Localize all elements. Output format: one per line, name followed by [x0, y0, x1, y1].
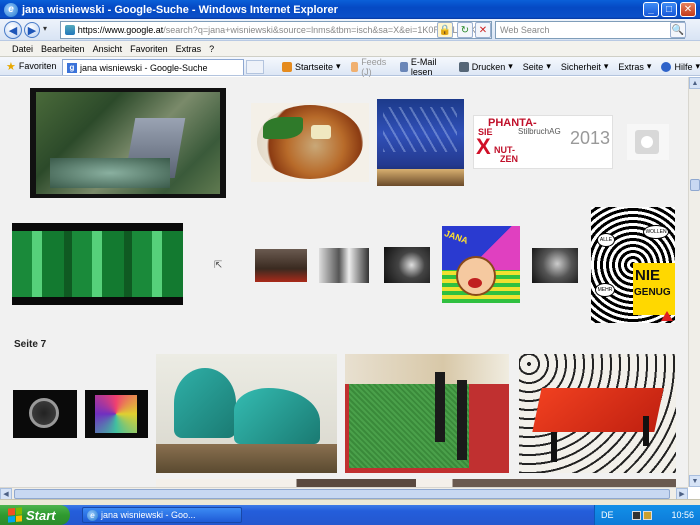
vertical-scrollbar[interactable]: ▲ ▼ — [688, 77, 700, 487]
menu-ansicht[interactable]: Ansicht — [93, 44, 123, 54]
ie-icon: e — [4, 2, 18, 17]
favorites-label: Favoriten — [18, 61, 57, 71]
stilbruch-text: StilbruchAG — [518, 127, 561, 136]
url-host: www.google.at — [104, 25, 164, 35]
stop-button[interactable]: ✕ — [475, 22, 491, 38]
jana-text: JANA — [443, 228, 470, 246]
page-favicon-icon — [65, 25, 75, 35]
start-button[interactable]: Start — [0, 505, 70, 525]
menu-favoriten[interactable]: Favoriten — [130, 44, 168, 54]
home-button[interactable]: Startseite ▾ — [282, 61, 341, 72]
next-row-strip — [156, 479, 676, 487]
tools-menu-button[interactable]: Extras ▾ — [618, 61, 651, 72]
help-icon — [661, 61, 672, 72]
alle-badge: ALLE — [597, 233, 615, 247]
close-button[interactable]: ✕ — [680, 2, 696, 17]
nie-text: NIE — [635, 267, 661, 284]
tray-icon-2[interactable] — [643, 510, 653, 520]
language-indicator[interactable]: DE — [601, 510, 614, 520]
result-image-figures[interactable] — [319, 248, 369, 283]
search-placeholder: Web Search — [500, 25, 550, 35]
taskbar-item-ie[interactable]: e jana wisniewski - Goo... — [82, 507, 242, 523]
new-tab-button[interactable] — [246, 60, 264, 74]
feed-icon — [350, 61, 359, 72]
taskbar-item-label: jana wisniewski - Goo... — [101, 510, 196, 520]
favorites-button[interactable]: ★ Favoriten — [0, 60, 62, 73]
print-icon — [458, 61, 469, 72]
back-button[interactable]: ◀ — [4, 21, 22, 39]
minimize-button[interactable]: _ — [643, 2, 659, 17]
image-results: PHANTA- SIE StilbruchAG X 2013 NUT- ZEN … — [0, 77, 688, 487]
result-image-gray-shape[interactable] — [627, 124, 669, 160]
result-image-jana-cartoon[interactable]: JANA — [442, 226, 520, 303]
clock: 10:56 — [671, 510, 694, 520]
system-tray: DE 10:56 — [594, 505, 700, 525]
windows-logo-icon — [8, 507, 22, 523]
start-label: Start — [26, 507, 56, 523]
scroll-up-button[interactable]: ▲ — [689, 77, 700, 89]
menu-datei[interactable]: Datei — [12, 44, 33, 54]
star-icon: ★ — [6, 60, 16, 73]
result-image-bowl[interactable] — [13, 390, 77, 438]
home-icon — [282, 61, 292, 72]
address-toolbar: ◀ ▶ ▾ https:// www.google.at /search?q=j… — [0, 19, 700, 41]
horizontal-scrollbar[interactable]: ◀ ▶ — [0, 487, 688, 500]
history-dropdown-icon[interactable]: ▾ — [43, 24, 47, 33]
address-input[interactable]: https:// www.google.at /search?q=jana+wi… — [60, 21, 492, 39]
horizontal-scroll-thumb[interactable] — [14, 489, 670, 499]
mail-icon — [400, 61, 408, 72]
result-image-dark-corridor[interactable] — [532, 248, 578, 283]
google-favicon-icon: g — [67, 62, 77, 73]
year-2013: 2013 — [570, 128, 611, 148]
result-image-phantasie-2013[interactable]: PHANTA- SIE StilbruchAG X 2013 NUT- ZEN — [473, 115, 613, 169]
title-bar: e jana wisniewski - Google-Suche - Windo… — [0, 0, 700, 19]
search-input[interactable]: Web Search — [495, 21, 685, 39]
refresh-button[interactable]: ↻ — [457, 22, 473, 38]
taskbar: Start e jana wisniewski - Goo... DE 10:5… — [0, 505, 700, 525]
menu-bearbeiten[interactable]: Bearbeiten — [41, 44, 85, 54]
result-image-green-folds[interactable] — [12, 223, 183, 305]
result-image-green-chairs[interactable] — [156, 354, 337, 473]
tray-icons — [632, 510, 653, 520]
command-buttons: Startseite ▾ Feeds (J) E-Mail lesen Druc… — [282, 57, 700, 77]
feeds-button[interactable]: Feeds (J) — [350, 57, 391, 77]
zen-text: ZEN — [500, 154, 518, 164]
menu-bar: Datei Bearbeiten Ansicht Favoriten Extra… — [0, 41, 700, 57]
ie-taskbar-icon: e — [87, 509, 98, 521]
vertical-scroll-thumb[interactable] — [690, 179, 700, 191]
expand-icon[interactable]: ⇱ — [214, 260, 222, 271]
mail-button[interactable]: E-Mail lesen — [400, 57, 449, 77]
menu-extras[interactable]: Extras — [176, 44, 202, 54]
command-bar: ★ Favoriten g jana wisniewski - Google-S… — [0, 57, 700, 77]
result-image-blue-room[interactable] — [377, 99, 464, 186]
page-section-label: Seite 7 — [14, 339, 47, 350]
result-image-hands[interactable] — [384, 247, 430, 283]
tab-label: jana wisniewski - Google-Suche — [80, 62, 208, 73]
result-image-soup[interactable] — [251, 103, 369, 182]
result-image-colorful-square[interactable] — [85, 390, 148, 438]
result-image-red-table[interactable] — [519, 354, 676, 473]
x-letter: X — [476, 134, 491, 159]
url-scheme: https:// — [77, 25, 105, 35]
result-image-street[interactable] — [255, 249, 307, 282]
result-image-green-table[interactable] — [345, 354, 509, 473]
mehr-badge: MEHR — [595, 283, 615, 297]
tray-icon-1[interactable] — [632, 510, 642, 520]
result-image-nie-genug[interactable]: ALLE WOLLEN MEHR NIE GENUG — [591, 207, 675, 323]
menu-help[interactable]: ? — [209, 44, 214, 54]
wollen-badge: WOLLEN — [643, 225, 669, 239]
scroll-down-button[interactable]: ▼ — [689, 475, 700, 487]
window-title: jana wisniewski - Google-Suche - Windows… — [22, 3, 338, 16]
lock-icon[interactable]: 🔒 — [437, 22, 453, 38]
search-button[interactable]: 🔍 — [670, 22, 686, 38]
genug-text: GENUG — [634, 287, 671, 298]
maximize-button[interactable]: □ — [661, 2, 677, 17]
tab-google-search[interactable]: g jana wisniewski - Google-Suche — [62, 59, 244, 75]
help-menu-button[interactable]: Hilfe ▾ — [661, 61, 700, 72]
print-button[interactable]: Drucken ▾ — [458, 61, 513, 72]
result-image-garden-chair[interactable] — [30, 88, 226, 198]
forward-button[interactable]: ▶ — [24, 22, 40, 38]
page-menu-button[interactable]: Seite ▾ — [523, 61, 551, 72]
safety-menu-button[interactable]: Sicherheit ▾ — [561, 61, 609, 72]
